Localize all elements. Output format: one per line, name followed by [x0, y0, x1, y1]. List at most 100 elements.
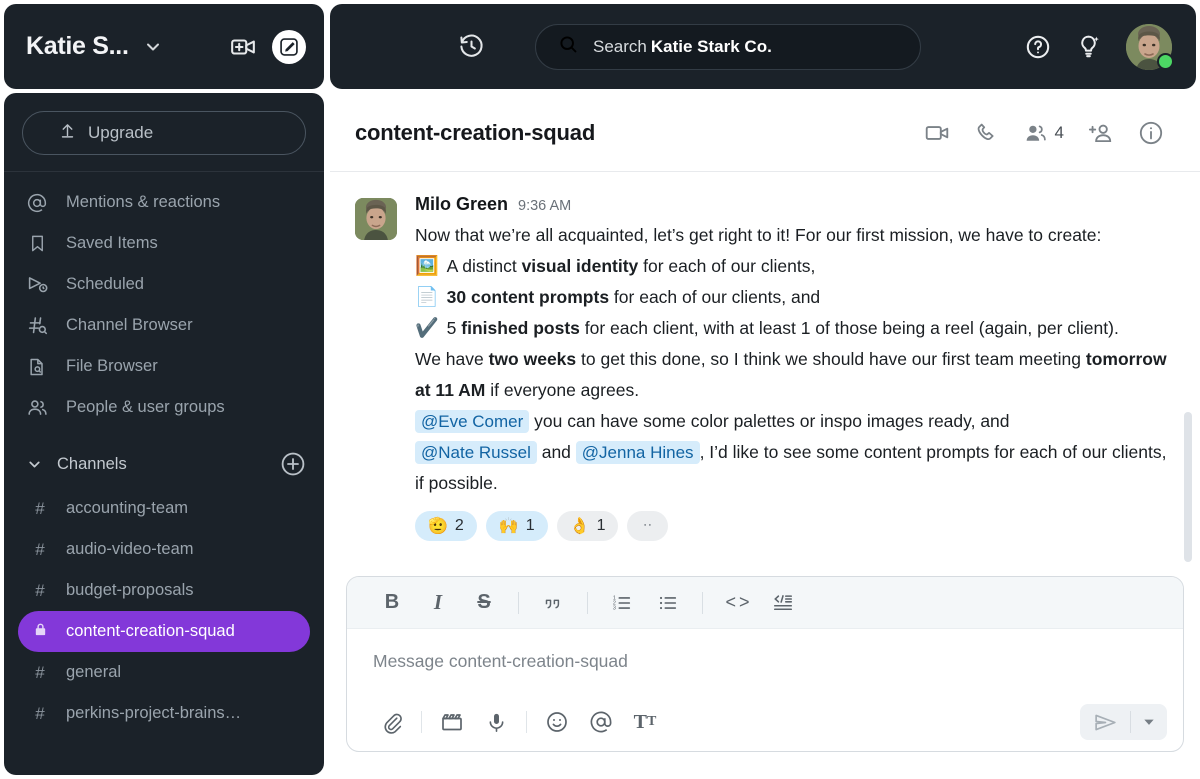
- people-icon: [26, 397, 48, 418]
- hash-icon: #: [35, 662, 45, 682]
- toolbar-divider: [702, 591, 703, 614]
- sidebar-item-mentions[interactable]: Mentions & reactions: [4, 182, 324, 223]
- reaction-raising-hands[interactable]: 🙌 1: [485, 511, 548, 541]
- message-avatar[interactable]: [355, 198, 397, 240]
- video-clip-icon[interactable]: [430, 704, 474, 740]
- blockquote-button[interactable]: [530, 586, 576, 620]
- message-bullet-2: 📄 30 content prompts for each of our clie…: [415, 287, 821, 308]
- chevron-down-icon[interactable]: [143, 37, 163, 57]
- compose-icon[interactable]: [272, 29, 306, 64]
- reaction-ok-hand[interactable]: 👌 1: [556, 511, 619, 541]
- sidebar: Upgrade Mentions & reactions Saved Items: [4, 93, 324, 775]
- mention-nate-russel[interactable]: @Nate Russel: [415, 441, 537, 464]
- send-icon[interactable]: [1080, 704, 1130, 740]
- help-icon[interactable]: [1025, 34, 1051, 60]
- user-avatar[interactable]: [1126, 23, 1174, 70]
- lightbulb-sparkle-icon[interactable]: [1075, 33, 1102, 60]
- message-input[interactable]: Message content-creation-squad: [347, 629, 1183, 693]
- add-reaction-button[interactable]: [627, 511, 669, 541]
- action-divider: [421, 711, 422, 733]
- message-scrollbar[interactable]: [1184, 412, 1192, 562]
- sidebar-channel-content-creation-squad[interactable]: content-creation-squad: [18, 611, 310, 652]
- page-title[interactable]: content-creation-squad: [355, 120, 595, 146]
- left-column: Katie S... Upgrade Mentions & reactions …: [4, 4, 324, 775]
- reaction-saluting-face[interactable]: 🫡 2: [415, 511, 477, 541]
- new-huddle-icon[interactable]: [230, 34, 256, 60]
- reaction-count: 1: [525, 517, 535, 534]
- at-icon[interactable]: [579, 704, 623, 740]
- channel-label: content-creation-squad: [66, 622, 235, 640]
- hash-icon: #: [35, 498, 45, 518]
- text-format-icon[interactable]: TT: [623, 704, 667, 740]
- sidebar-item-scheduled[interactable]: Scheduled: [4, 264, 324, 305]
- chevron-down-icon[interactable]: [26, 456, 43, 473]
- sidebar-item-channel-browser[interactable]: Channel Browser: [4, 305, 324, 346]
- sidebar-item-people[interactable]: People & user groups: [4, 387, 324, 428]
- scheduled-send-icon: [26, 274, 48, 295]
- members-button[interactable]: 4: [1023, 121, 1064, 146]
- phone-icon[interactable]: [974, 121, 999, 146]
- info-icon[interactable]: [1138, 120, 1164, 146]
- channel-label: accounting-team: [66, 499, 188, 517]
- framed-picture-emoji: 🖼️: [415, 256, 439, 277]
- workspace-header: Katie S...: [4, 4, 324, 89]
- message-body: Milo Green 9:36 AM Now that we’re all ac…: [415, 194, 1170, 541]
- message-mentions-line-2: @Nate Russel and @Jenna Hines, I’d like …: [415, 441, 1167, 493]
- ok-hand-emoji: 👌: [569, 518, 590, 535]
- bulleted-list-button[interactable]: [645, 586, 691, 620]
- sidebar-item-label: Saved Items: [66, 234, 158, 252]
- hash-icon: #: [35, 580, 45, 600]
- message-intro: Now that we’re all acquainted, let’s get…: [415, 225, 1102, 245]
- message-author[interactable]: Milo Green: [415, 194, 508, 215]
- sidebar-channel-perkins-project-brainstorm[interactable]: # perkins-project-brains…: [18, 693, 310, 734]
- code-block-button[interactable]: [760, 586, 806, 620]
- at-icon: [26, 193, 48, 213]
- sidebar-channel-accounting-team[interactable]: # accounting-team: [18, 488, 310, 529]
- sidebar-channel-budget-proposals[interactable]: # budget-proposals: [18, 570, 310, 611]
- workspace-actions: [230, 29, 306, 64]
- plus-circle-icon[interactable]: [280, 451, 306, 477]
- sidebar-item-label: File Browser: [66, 357, 158, 375]
- slack-window: Katie S... Upgrade Mentions & reactions …: [0, 0, 1200, 779]
- workspace-name[interactable]: Katie S...: [26, 32, 129, 61]
- channels-section-label: Channels: [57, 454, 127, 473]
- channel-label: perkins-project-brains…: [66, 704, 242, 722]
- search-input[interactable]: Search Katie Stark Co.: [535, 23, 921, 70]
- smiley-icon[interactable]: [535, 704, 579, 740]
- chevron-down-icon[interactable]: [1131, 704, 1167, 740]
- paperclip-icon[interactable]: [369, 704, 413, 740]
- mention-jenna-hines[interactable]: @Jenna Hines: [575, 441, 700, 464]
- message-bullet-1: 🖼️ A distinct visual identity for each of…: [415, 256, 816, 277]
- upgrade-label: Upgrade: [88, 123, 154, 142]
- message-bullet-3: ✔️ 5 finished posts for each client, with…: [415, 318, 1119, 339]
- upgrade-button[interactable]: Upgrade: [22, 111, 306, 155]
- add-person-icon[interactable]: [1088, 120, 1114, 146]
- action-divider: [526, 711, 527, 733]
- upgrade-section: Upgrade: [4, 93, 324, 172]
- microphone-icon[interactable]: [474, 704, 518, 740]
- sidebar-item-saved[interactable]: Saved Items: [4, 223, 324, 264]
- upload-arrow-icon: [59, 122, 76, 144]
- members-icon: [1023, 121, 1048, 146]
- code-button[interactable]: < >: [714, 586, 760, 620]
- sidebar-channel-audio-video-team[interactable]: # audio-video-team: [18, 529, 310, 570]
- mention-eve-comer[interactable]: @Eve Comer: [415, 410, 530, 433]
- search-placeholder: Search Katie Stark Co.: [593, 36, 772, 56]
- sidebar-item-file-browser[interactable]: File Browser: [4, 346, 324, 387]
- history-icon[interactable]: [458, 33, 485, 60]
- sidebar-item-label: People & user groups: [66, 398, 225, 416]
- channels-section-header[interactable]: Channels: [4, 440, 324, 488]
- strikethrough-button[interactable]: S: [461, 586, 507, 620]
- sidebar-nav: Mentions & reactions Saved Items Schedul…: [4, 172, 324, 432]
- channel-header: content-creation-squad 4: [330, 95, 1200, 172]
- reaction-count: 2: [454, 517, 464, 534]
- bold-button[interactable]: B: [369, 586, 415, 620]
- raising-hands-emoji: 🙌: [498, 518, 519, 535]
- toolbar-divider: [587, 591, 588, 614]
- toolbar-divider: [518, 591, 519, 614]
- video-camera-icon[interactable]: [924, 120, 950, 146]
- main-pane: content-creation-squad 4 Milo Green 9:36…: [330, 95, 1200, 779]
- ordered-list-button[interactable]: 123: [599, 586, 645, 620]
- italic-button[interactable]: I: [415, 586, 461, 620]
- sidebar-channel-general[interactable]: # general: [18, 652, 310, 693]
